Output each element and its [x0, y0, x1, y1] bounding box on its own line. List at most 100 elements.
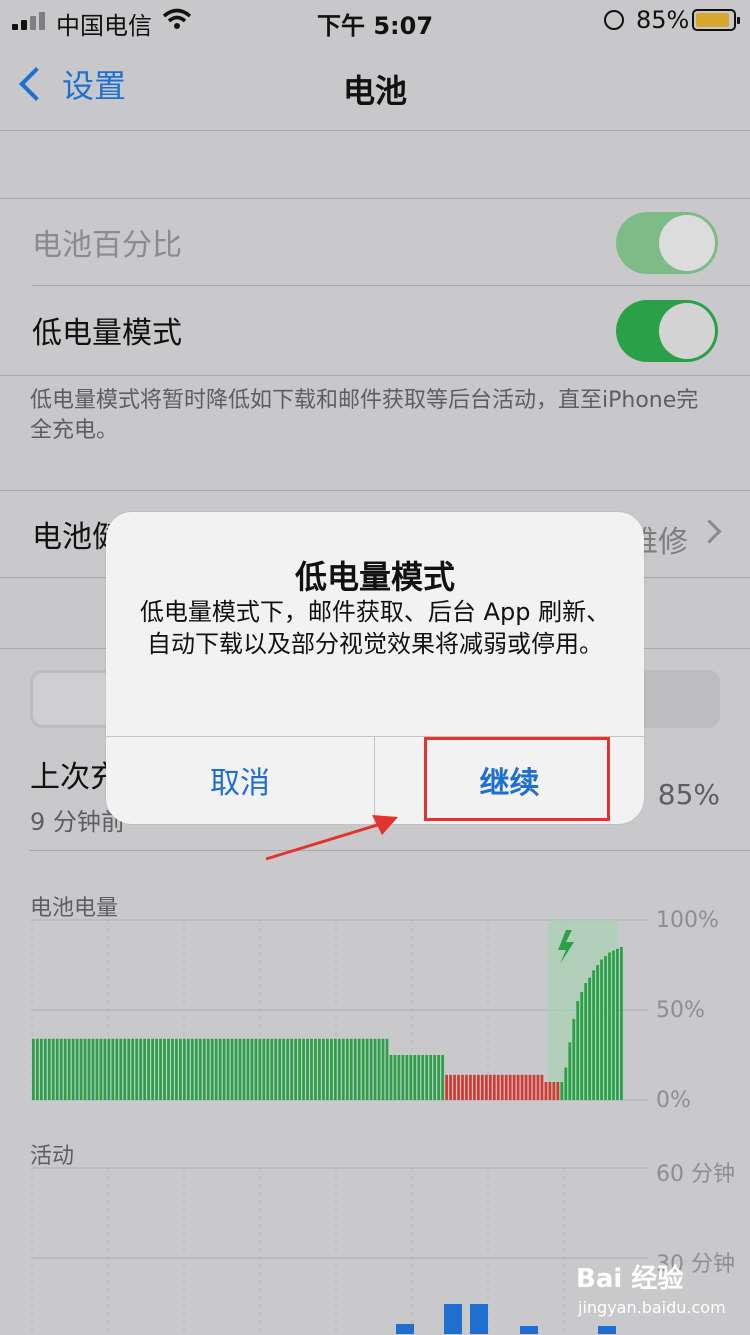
battery-bar — [341, 1038, 345, 1100]
battery-bar — [520, 1074, 524, 1100]
battery-bar — [417, 1055, 421, 1100]
battery-bar — [540, 1074, 544, 1100]
battery-bar — [63, 1038, 67, 1100]
battery-bar — [409, 1055, 413, 1100]
battery-bar — [194, 1038, 198, 1100]
battery-bar — [298, 1038, 301, 1100]
dialog-title: 低电量模式 — [294, 558, 455, 596]
battery-bar — [528, 1074, 532, 1100]
battery-bar — [504, 1074, 508, 1100]
battery-bar — [230, 1038, 234, 1100]
battery-bar — [584, 983, 588, 1100]
battery-bar — [159, 1038, 162, 1100]
battery-bar — [103, 1038, 107, 1100]
battery-bar — [592, 970, 595, 1100]
battery-settings-screen: 中国电信 下午 5:07 85% 设置 电池 电池百分比 低电量模式 低电量模式… — [0, 0, 750, 1335]
battery-bar — [95, 1038, 99, 1100]
battery-bar — [258, 1038, 262, 1100]
battery-bar — [413, 1055, 417, 1100]
battery-bar — [373, 1038, 377, 1100]
battery-bar — [143, 1038, 147, 1100]
battery-bar — [218, 1038, 222, 1100]
battery-bar — [254, 1038, 258, 1100]
battery-bar — [612, 950, 615, 1100]
battery-bar — [556, 1082, 560, 1100]
battery-bar — [560, 1082, 564, 1100]
battery-bar — [186, 1038, 190, 1100]
activity-axis-60: 60 分钟 — [656, 1162, 735, 1187]
battery-bar — [421, 1055, 425, 1100]
battery-bar — [488, 1074, 492, 1100]
battery-bar — [457, 1074, 460, 1100]
battery-bar — [87, 1038, 91, 1100]
battery-bar — [616, 948, 619, 1100]
battery-bar — [453, 1074, 456, 1100]
battery-bar — [580, 992, 584, 1100]
battery-bar — [238, 1038, 242, 1100]
activity-bar — [396, 1324, 414, 1334]
battery-bar — [214, 1038, 218, 1100]
dialog-message: 低电量模式下，邮件获取、后台 App 刷新、自动下载以及部分视觉效果将减弱或停用… — [139, 598, 611, 658]
battery-bar — [182, 1038, 186, 1100]
battery-bar — [51, 1038, 55, 1100]
battery-bar — [465, 1074, 468, 1100]
battery-bar — [179, 1038, 182, 1100]
battery-bar — [500, 1074, 504, 1100]
battery-bar — [441, 1055, 445, 1100]
battery-bar — [250, 1038, 254, 1100]
battery-bar — [564, 1067, 568, 1100]
battery-bar — [190, 1038, 194, 1100]
battery-bar — [75, 1038, 79, 1100]
battery-bar — [111, 1038, 115, 1100]
battery-bar — [620, 947, 623, 1100]
battery-bar — [389, 1055, 393, 1100]
battery-bar — [326, 1038, 329, 1100]
battery-bar — [310, 1038, 313, 1100]
battery-bar — [147, 1038, 150, 1100]
battery-bar — [429, 1055, 433, 1100]
battery-bar — [47, 1038, 51, 1100]
battery-bar — [568, 1042, 572, 1100]
activity-bar — [598, 1326, 616, 1334]
battery-bar — [270, 1038, 274, 1100]
battery-bar — [139, 1038, 143, 1100]
battery-bar — [512, 1074, 516, 1100]
battery-bar — [322, 1038, 325, 1100]
battery-bar — [314, 1038, 317, 1100]
battery-bar — [127, 1038, 131, 1100]
watermark-url: jingyan.baidu.com — [578, 1298, 726, 1317]
battery-bar — [329, 1038, 333, 1100]
battery-bar — [532, 1074, 536, 1100]
battery-bar — [67, 1038, 71, 1100]
battery-bar — [91, 1038, 95, 1100]
battery-bar — [318, 1038, 321, 1100]
battery-bar — [576, 1001, 580, 1100]
battery-bar — [480, 1074, 484, 1100]
battery-bar — [401, 1055, 405, 1100]
battery-bar — [461, 1074, 464, 1100]
battery-bar — [516, 1074, 520, 1100]
battery-bar — [286, 1038, 290, 1100]
battery-bar — [608, 952, 611, 1100]
battery-bar — [369, 1038, 373, 1100]
battery-bar — [306, 1038, 309, 1100]
battery-bar — [508, 1074, 512, 1100]
battery-bar — [32, 1038, 35, 1100]
battery-bar — [163, 1038, 166, 1100]
annotation-arrow-icon — [265, 815, 398, 861]
battery-bar — [345, 1038, 349, 1100]
battery-bar — [55, 1038, 59, 1100]
battery-bar — [596, 965, 599, 1100]
annotation-highlight-box — [424, 737, 610, 821]
battery-bar — [377, 1038, 381, 1100]
battery-bar — [99, 1038, 103, 1100]
battery-bar — [83, 1038, 87, 1100]
battery-bar — [353, 1038, 357, 1100]
battery-bar — [492, 1074, 496, 1100]
battery-bar — [246, 1038, 250, 1100]
watermark-main: Bai 经验 — [576, 1264, 684, 1294]
battery-bar — [548, 1082, 552, 1100]
battery-bar — [71, 1038, 75, 1100]
activity-chart-label: 活动 — [30, 1144, 75, 1169]
battery-bar — [43, 1038, 47, 1100]
